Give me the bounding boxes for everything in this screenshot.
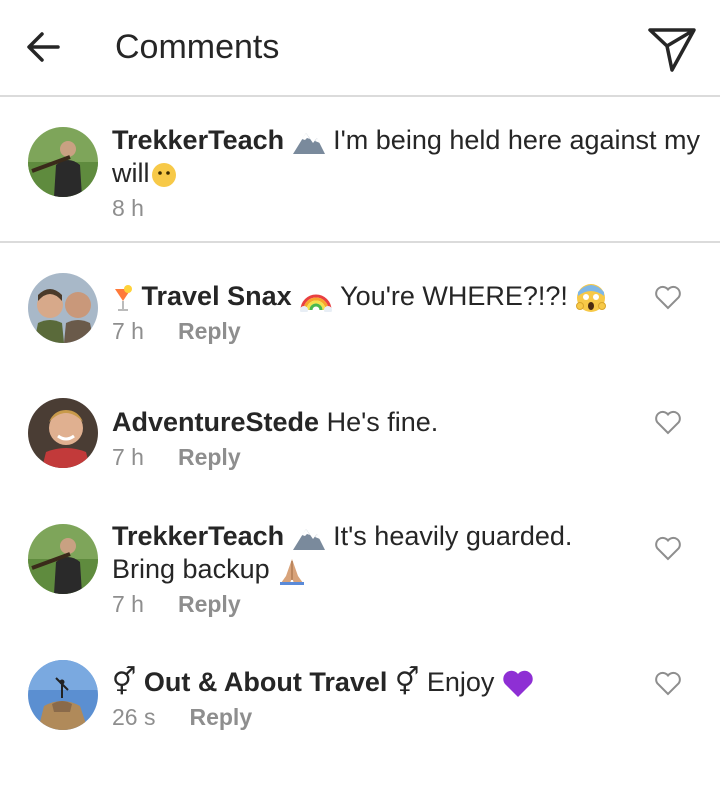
comment-time: 7 h bbox=[112, 444, 144, 470]
comment-text: AdventureStede He's fine. bbox=[112, 406, 438, 439]
rainbow-emoji bbox=[300, 294, 333, 312]
mountain-emoji bbox=[292, 528, 325, 550]
reply-button[interactable]: Reply bbox=[178, 318, 241, 344]
header: Comments bbox=[0, 0, 720, 97]
comment-text: ⚥ Out & About Travel ⚥ Enjoy bbox=[112, 666, 534, 699]
comment-meta: 7 h Reply bbox=[112, 318, 241, 345]
page-title: Comments bbox=[115, 28, 280, 66]
heart-icon[interactable] bbox=[654, 409, 682, 435]
comment-time: 7 h bbox=[112, 318, 144, 344]
avatar[interactable] bbox=[28, 127, 98, 197]
comment-body: You're WHERE?!?! bbox=[333, 281, 576, 311]
purple-heart-emoji bbox=[503, 670, 533, 697]
folded-hands-emoji bbox=[280, 558, 305, 585]
tropical-drink-emoji bbox=[115, 284, 132, 311]
comment-body-line2: Bring backup bbox=[112, 554, 278, 584]
comment-meta: 7 h Reply bbox=[112, 591, 241, 618]
share-button[interactable] bbox=[646, 24, 698, 74]
comment-time: 7 h bbox=[112, 591, 144, 617]
avatar[interactable] bbox=[28, 660, 98, 730]
heart-icon[interactable] bbox=[654, 670, 682, 696]
face-screaming-emoji bbox=[576, 283, 607, 312]
comment-body-line1: It's heavily guarded. bbox=[325, 521, 573, 551]
username[interactable]: Out & About Travel bbox=[144, 667, 388, 697]
avatar[interactable] bbox=[28, 524, 98, 594]
username-prefix-symbol: ⚥ bbox=[112, 667, 137, 697]
reply-button[interactable]: Reply bbox=[178, 444, 241, 470]
comment-body: Enjoy bbox=[419, 667, 502, 697]
username[interactable]: TrekkerTeach bbox=[112, 125, 284, 155]
caption-text-line2: will bbox=[112, 158, 150, 188]
caption-time: 8 h bbox=[112, 195, 144, 221]
caption-text-line1: I'm being held here against my bbox=[325, 125, 701, 155]
reply-button[interactable]: Reply bbox=[189, 704, 252, 730]
heart-icon[interactable] bbox=[654, 535, 682, 561]
username-suffix-symbol: ⚥ bbox=[394, 667, 420, 697]
username[interactable]: TrekkerTeach bbox=[112, 521, 284, 551]
mountain-emoji bbox=[292, 132, 325, 154]
comment-meta: 26 s Reply bbox=[112, 704, 252, 731]
avatar[interactable] bbox=[28, 273, 98, 343]
caption: TrekkerTeach I'm being held here against… bbox=[0, 97, 720, 243]
heart-icon[interactable] bbox=[654, 284, 682, 310]
back-button[interactable] bbox=[22, 26, 66, 70]
reply-button[interactable]: Reply bbox=[178, 591, 241, 617]
comment-text: Travel Snax You're WHERE?!?! bbox=[112, 280, 607, 314]
username[interactable]: AdventureStede bbox=[112, 407, 319, 437]
comment-meta: 7 h Reply bbox=[112, 444, 241, 471]
username[interactable]: Travel Snax bbox=[142, 281, 292, 311]
arrow-left-icon bbox=[27, 32, 60, 62]
comment-text: TrekkerTeach It's heavily guarded. Bring… bbox=[112, 520, 572, 586]
paper-plane-icon bbox=[648, 28, 696, 72]
caption-text: TrekkerTeach I'm being held here against… bbox=[112, 124, 700, 190]
comment-body: He's fine. bbox=[319, 407, 439, 437]
face-without-mouth-emoji bbox=[151, 162, 176, 187]
comment-time: 26 s bbox=[112, 704, 156, 730]
avatar[interactable] bbox=[28, 398, 98, 468]
